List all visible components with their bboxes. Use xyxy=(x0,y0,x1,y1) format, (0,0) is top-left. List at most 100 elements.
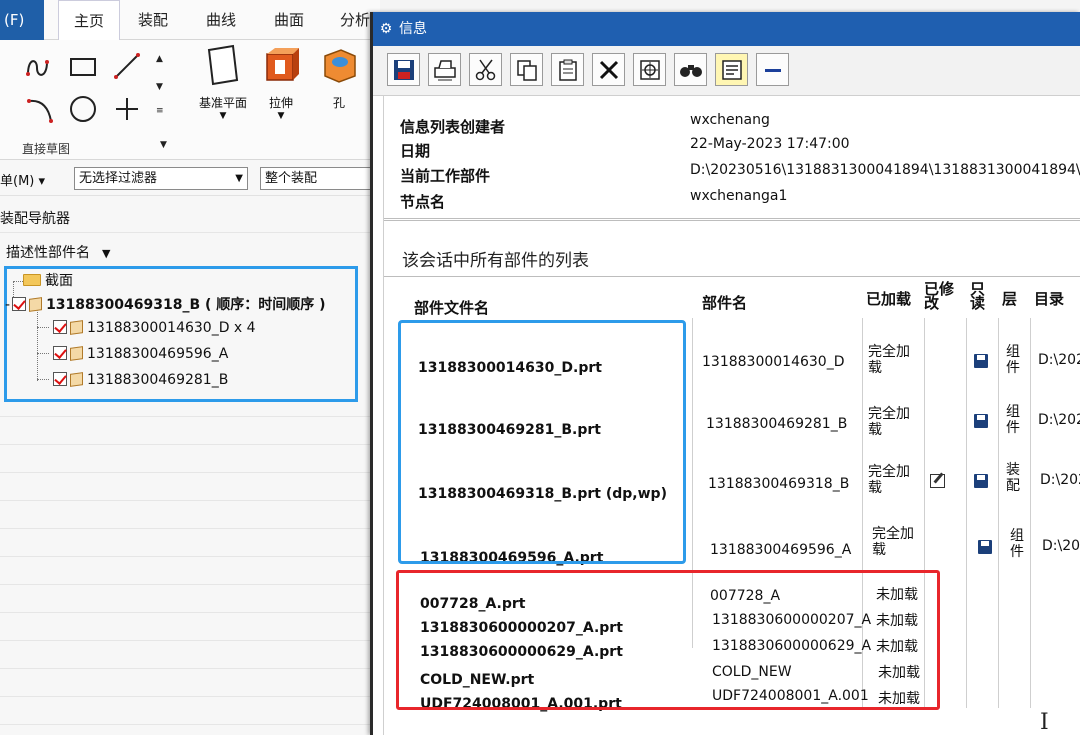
cell-part: 13188300014630_D xyxy=(702,354,845,370)
tree-node-part[interactable]: 13188300469596_A xyxy=(53,342,228,366)
wrap-icon xyxy=(721,59,742,80)
paste-button[interactable] xyxy=(551,53,584,86)
assembly-tree: 截面 - 13188300469318_B ( 顺序：时间顺序 ) 1318830… xyxy=(4,266,358,402)
tree-node-root-assembly[interactable]: - 13188300469318_B ( 顺序：时间顺序 ) xyxy=(5,293,326,317)
nx-main-window: (F) 主页 装配 曲线 曲面 分析 ▲ ▼ ≡ ▼ 基准平面 ▼ 拉伸 ▼ 孔… xyxy=(0,0,380,735)
spline-icon[interactable] xyxy=(24,52,56,82)
col-header-modified: 已修改 xyxy=(924,280,955,312)
wrap-text-button[interactable] xyxy=(715,53,748,86)
selection-filter-bar: 单(M) ▾ 无选择过滤器 ▼ 整个装配 xyxy=(0,160,380,196)
copy-icon xyxy=(516,59,537,81)
tab-curve[interactable]: 曲线 xyxy=(206,0,236,40)
parts-list-title: 该会话中所有部件的列表 xyxy=(402,251,589,271)
find-button[interactable] xyxy=(633,53,666,86)
tree-node-label: 截面 xyxy=(45,273,73,289)
minimize-button[interactable] xyxy=(756,53,789,86)
extrude-label: 拉伸 xyxy=(268,96,293,110)
arc-icon[interactable] xyxy=(24,92,58,126)
datum-plane-button[interactable]: 基准平面 ▼ xyxy=(198,44,248,121)
datum-plane-dropdown-icon[interactable]: ▼ xyxy=(198,111,248,121)
cell-layer: 组件 xyxy=(1010,528,1024,560)
tree-node-label: 13188300469318_B ( 顺序：时间顺序 ) xyxy=(46,297,326,313)
print-button[interactable] xyxy=(428,53,461,86)
point-icon[interactable] xyxy=(110,92,144,126)
hole-button[interactable]: 孔 xyxy=(314,44,364,111)
part-icon xyxy=(70,346,83,361)
column-header-descriptive-name[interactable]: 描述性部件名 ▼ xyxy=(6,242,110,262)
col-header-file: 部件文件名 xyxy=(414,299,490,317)
cut-button[interactable] xyxy=(469,53,502,86)
node-name-value: wxchenanga1 xyxy=(690,188,788,204)
hole-label: 孔 xyxy=(332,96,345,110)
tab-assembly[interactable]: 装配 xyxy=(138,0,168,40)
node-name-label: 节点名 xyxy=(400,193,446,211)
divider xyxy=(384,276,1080,277)
group-dropdown-icon[interactable]: ▼ xyxy=(160,140,167,150)
column-header-label: 描述性部件名 xyxy=(6,245,90,261)
cell-loaded: 完全加载 xyxy=(868,464,910,496)
part-icon xyxy=(70,320,83,335)
rectangle-icon[interactable] xyxy=(66,52,100,82)
checkbox-checked-icon[interactable] xyxy=(53,320,67,334)
type-filter-value: 无选择过滤器 xyxy=(79,171,158,186)
paste-icon xyxy=(558,59,577,81)
cell-part: 13188300469596_A xyxy=(710,542,852,558)
checkbox-checked-icon[interactable] xyxy=(53,346,67,360)
save-button[interactable] xyxy=(387,53,420,86)
extrude-button[interactable]: 拉伸 ▼ xyxy=(256,44,306,121)
tab-analysis[interactable]: 分析 xyxy=(340,0,370,40)
scope-value: 整个装配 xyxy=(265,171,318,186)
direct-sketch-group-label: 直接草图 xyxy=(22,142,71,156)
cell-dir: D:\202 xyxy=(1040,472,1080,488)
col-header-layer: 层 xyxy=(1002,290,1018,308)
info-window-title: 信息 xyxy=(399,21,427,37)
delete-button[interactable] xyxy=(592,53,625,86)
tree-node-part[interactable]: 13188300014630_D x 4 xyxy=(53,316,256,340)
line-icon[interactable] xyxy=(110,50,144,82)
tab-surface[interactable]: 曲面 xyxy=(274,0,304,40)
scroll-up-icon[interactable]: ▲ xyxy=(156,54,163,64)
tree-node-label: 13188300469281_B xyxy=(87,372,229,388)
cell-dir: D:\202 xyxy=(1042,538,1080,554)
menu-button[interactable]: 单(M) ▾ xyxy=(0,170,45,189)
text-cursor-icon: I xyxy=(1040,710,1049,735)
cell-loaded: 完全加载 xyxy=(868,344,910,376)
scroll-down-icon[interactable]: ▼ xyxy=(156,82,163,92)
tree-connector xyxy=(37,379,49,380)
row-line xyxy=(0,612,376,613)
work-part-label: 当前工作部件 xyxy=(400,167,491,185)
more-icon[interactable]: ≡ xyxy=(156,106,164,116)
checkbox-checked-icon[interactable] xyxy=(12,297,27,311)
highlight-loaded-parts xyxy=(398,320,686,564)
readonly-save-icon xyxy=(974,414,988,428)
find-next-button[interactable] xyxy=(674,53,707,86)
cell-part: 13188300469281_B xyxy=(706,416,848,432)
circle-icon[interactable] xyxy=(66,92,100,126)
tab-file[interactable]: (F) xyxy=(0,0,44,40)
divider xyxy=(0,232,376,233)
scope-select[interactable]: 整个装配 xyxy=(260,167,380,190)
collapse-icon[interactable]: - xyxy=(5,297,10,313)
copy-button[interactable] xyxy=(510,53,543,86)
row-line xyxy=(0,668,376,669)
info-window-titlebar[interactable]: ⚙ 信息 xyxy=(373,12,1080,46)
extrude-dropdown-icon[interactable]: ▼ xyxy=(256,111,306,121)
tree-node-label: 13188300014630_D x 4 xyxy=(87,320,256,336)
row-line xyxy=(0,640,376,641)
tab-home[interactable]: 主页 xyxy=(58,0,120,40)
tree-connector xyxy=(37,353,49,354)
checkbox-checked-icon[interactable] xyxy=(53,372,67,386)
col-header-loaded: 已加载 xyxy=(866,290,912,308)
readonly-save-icon xyxy=(978,540,992,554)
type-filter-select[interactable]: 无选择过滤器 ▼ xyxy=(74,167,248,190)
tree-node-part[interactable]: 13188300469281_B xyxy=(53,368,228,392)
delete-icon xyxy=(599,60,618,79)
tree-node-section[interactable]: 截面 xyxy=(23,269,73,293)
col-header-dir: 目录 xyxy=(1034,290,1065,308)
divider xyxy=(384,218,1080,219)
row-line xyxy=(0,444,376,445)
chevron-down-icon: ▼ xyxy=(235,173,243,184)
creator-value: wxchenang xyxy=(690,112,770,128)
cell-layer: 组件 xyxy=(1006,344,1020,376)
cell-dir: D:\202 xyxy=(1038,352,1080,368)
